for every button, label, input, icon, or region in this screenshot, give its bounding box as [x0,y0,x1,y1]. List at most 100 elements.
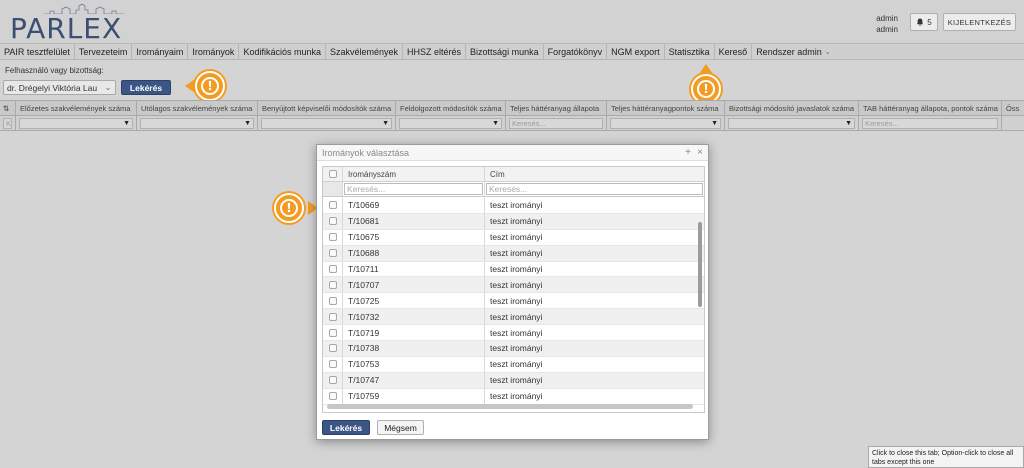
row-checkbox-cell[interactable] [323,372,343,388]
hint-marker-select[interactable]: ! [274,193,304,223]
grid-filter-cell[interactable]: Keresés... [506,116,607,130]
table-row[interactable]: T/10688 teszt irományi [323,245,704,262]
menu-item-iromanyaim[interactable]: Irományaim [132,44,189,59]
row-checkbox[interactable] [328,265,337,273]
grid-filter-cell[interactable]: Ke [0,116,16,130]
menu-item-iromanyok[interactable]: Irományok [188,44,240,59]
table-row[interactable]: T/10753 teszt irományi [323,356,704,373]
grid-filter-input[interactable]: Keresés... [862,117,998,129]
table-row[interactable]: T/10669 teszt irományi [323,198,704,214]
table-row[interactable]: T/10759 teszt irományi [323,388,704,405]
grid-filter-select[interactable]: ▼ [728,117,855,129]
plus-icon[interactable]: + [685,147,691,158]
grid-filter-cell[interactable]: ▼ [137,116,258,130]
table-row[interactable]: T/10725 teszt irományi [323,293,704,310]
grid-filter-cell[interactable]: ▼ [725,116,859,130]
grid-filter-cell[interactable]: ▼ [258,116,396,130]
table-row[interactable]: T/10747 teszt irományi [323,372,704,389]
menu-item-szakvelemenyek[interactable]: Szakvélemények [326,44,404,59]
table-row[interactable]: T/10681 teszt irományi [323,213,704,230]
grid-filter-select[interactable]: ▼ [399,117,502,129]
grid-filter-input[interactable]: Keresés... [509,117,603,129]
row-checkbox-cell[interactable] [323,198,343,213]
row-checkbox-cell[interactable] [323,229,343,245]
table-row[interactable]: T/10675 teszt irományi [323,229,704,246]
table-row[interactable]: T/10738 teszt irományi [323,341,704,357]
menu-item-hhsz-elteres[interactable]: HHSZ eltérés [403,44,467,59]
grid-filter-select[interactable]: ▼ [19,117,133,129]
grid-col-header[interactable]: Előzetes szakvélemények száma [16,101,137,115]
row-checkbox-cell[interactable] [323,293,343,309]
row-checkbox[interactable] [328,233,337,242]
row-checkbox[interactable] [328,376,337,385]
grid-col-header[interactable]: TAB háttéranyag állapota, pontok száma [859,101,1002,115]
horizontal-scrollbar[interactable] [327,404,693,409]
row-checkbox-cell[interactable] [323,277,343,293]
grid-col-header[interactable]: Teljes háttéranyag állapota [506,101,607,115]
row-checkbox[interactable] [328,217,337,226]
row-checkbox-cell[interactable] [323,356,343,372]
menu-item-statisztika[interactable]: Statisztika [665,44,715,59]
menu-item-kereso[interactable]: Kereső [715,44,753,59]
select-all-cell[interactable] [323,167,343,181]
menu-item-ngm-export[interactable]: NGM export [607,44,665,59]
number-search-input[interactable]: Keresés... [344,183,483,195]
row-checkbox-cell[interactable] [323,245,343,261]
row-checkbox[interactable] [328,344,337,353]
col-header-number[interactable]: Irományszám [343,167,485,181]
vertical-scroll-thumb[interactable] [698,222,702,307]
grid-filter-input[interactable]: Ke [3,117,12,129]
notifications-button[interactable]: 5 [910,13,938,31]
vertical-scrollbar[interactable] [698,200,702,405]
table-row[interactable]: T/10732 teszt irományi [323,309,704,326]
row-checkbox-cell[interactable] [323,213,343,229]
grid-filter-cell[interactable] [1002,116,1024,130]
col-header-title[interactable]: Cím [485,167,704,181]
grid-col-header[interactable]: Öss [1002,101,1024,115]
grid-col-header[interactable]: Benyújtott képviselői módosítók száma [258,101,396,115]
menu-item-rendszer-admin[interactable]: Rendszer admin ⌄ [752,44,834,59]
grid-col-header[interactable]: Bizottsági módosító javaslatok száma [725,101,859,115]
row-checkbox-cell[interactable] [323,341,343,356]
menu-item-forgatokonyv[interactable]: Forgatókönyv [544,44,608,59]
menu-item-bizottsagi-munka[interactable]: Bizottsági munka [466,44,544,59]
grid-filter-cell[interactable]: ▼ [396,116,506,130]
row-checkbox[interactable] [328,280,337,289]
grid-filter-select[interactable]: ▼ [610,117,721,129]
row-checkbox[interactable] [328,392,337,401]
table-row[interactable]: T/10711 teszt irományi [323,261,704,278]
menu-item-pair[interactable]: PAIR tesztfelület [0,44,75,59]
row-checkbox-cell[interactable] [323,325,343,341]
row-checkbox-cell[interactable] [323,309,343,325]
close-icon[interactable]: × [697,147,703,158]
grid-filter-select[interactable]: ▼ [261,117,392,129]
row-checkbox[interactable] [328,201,337,210]
logout-button[interactable]: KIJELENTKEZÉS [943,13,1016,31]
menu-item-kodifikacios-munka[interactable]: Kodifikációs munka [239,44,326,59]
grid-filter-select[interactable]: ▼ [140,117,254,129]
grid-col-header[interactable]: Feldolgozott módosítók száma [396,101,506,115]
grid-col-header[interactable]: Utólagos szakvélemények száma [137,101,258,115]
fetch-button[interactable]: Lekérés [121,80,171,95]
row-checkbox[interactable] [328,328,337,337]
menu-item-tervezeteim[interactable]: Tervezeteim [75,44,133,59]
row-checkbox[interactable] [328,296,337,305]
row-checkbox[interactable] [328,249,337,258]
dialog-cancel-button[interactable]: Mégsem [377,420,424,435]
grid-settings-icon[interactable]: ⇅ [0,101,16,115]
parlex-logo[interactable]: PARLEX [10,4,150,45]
table-row[interactable]: T/10707 teszt irományi [323,277,704,294]
hint-marker-fetch[interactable]: ! [195,71,225,101]
title-search-input[interactable]: Keresés... [486,183,703,195]
row-checkbox-cell[interactable] [323,261,343,277]
grid-col-header[interactable]: Teljes háttéranyagpontok száma [607,101,725,115]
select-all-checkbox[interactable] [328,170,337,178]
user-select[interactable]: dr. Drégelyi Viktória Lau ⌄ [3,80,116,95]
row-checkbox[interactable] [328,312,337,321]
grid-filter-cell[interactable]: Keresés... [859,116,1002,130]
dialog-fetch-button[interactable]: Lekérés [322,420,370,435]
grid-filter-cell[interactable]: ▼ [607,116,725,130]
grid-filter-cell[interactable]: ▼ [16,116,137,130]
row-checkbox[interactable] [328,360,337,369]
table-row[interactable]: T/10719 teszt irományi [323,325,704,342]
